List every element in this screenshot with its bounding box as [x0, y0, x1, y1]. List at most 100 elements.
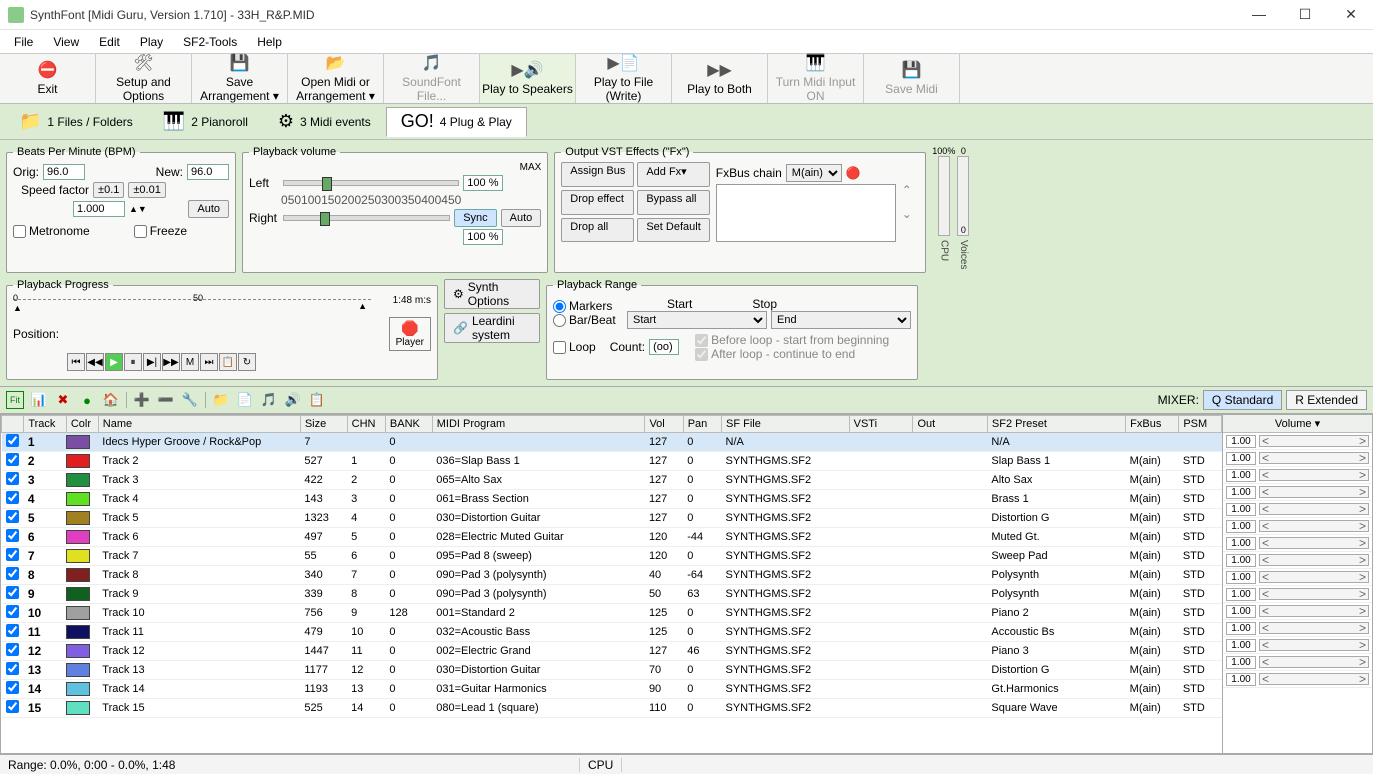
track-check[interactable]: [6, 700, 19, 713]
color-swatch[interactable]: [66, 606, 90, 620]
track-check[interactable]: [6, 624, 19, 637]
tracks-table-pane[interactable]: TrackColrNameSizeCHNBANKMIDI ProgramVolP…: [0, 414, 1223, 754]
vol-row-3[interactable]: 1.00<>: [1223, 467, 1372, 484]
vol-row-10[interactable]: 1.00<>: [1223, 586, 1372, 603]
vol-row-7[interactable]: 1.00<>: [1223, 535, 1372, 552]
track-row-15[interactable]: 15Track 15525140080=Lead 1 (square)1100S…: [2, 699, 1222, 718]
track-row-4[interactable]: 4Track 414330061=Brass Section1270SYNTHG…: [2, 490, 1222, 509]
vol-row-9[interactable]: 1.00<>: [1223, 569, 1372, 586]
color-swatch[interactable]: [66, 530, 90, 544]
vst-list[interactable]: [716, 184, 896, 242]
add-icon[interactable]: ➕: [133, 391, 151, 409]
track-check[interactable]: [6, 529, 19, 542]
col-size[interactable]: Size: [300, 416, 347, 433]
color-swatch[interactable]: [66, 549, 90, 563]
color-swatch[interactable]: [66, 511, 90, 525]
chain-select[interactable]: M(ain): [786, 164, 842, 182]
track-check[interactable]: [6, 510, 19, 523]
end-select[interactable]: End: [771, 311, 911, 329]
tool-icon-7[interactable]: 📋: [308, 391, 326, 409]
markers-radio[interactable]: Markers: [553, 299, 623, 313]
sync-button[interactable]: Sync: [454, 209, 496, 227]
tab-1-files-folders[interactable]: 📁1 Files / Folders: [4, 107, 148, 137]
vol-row-1[interactable]: 1.00<>: [1223, 433, 1372, 450]
bypass-all-button[interactable]: Bypass all: [637, 190, 709, 214]
color-swatch[interactable]: [66, 492, 90, 506]
freeze-checkbox[interactable]: Freeze: [134, 224, 187, 238]
toolbar-exit[interactable]: ⛔Exit: [0, 54, 96, 103]
color-swatch[interactable]: [66, 663, 90, 677]
end-button[interactable]: ⏭: [200, 353, 218, 371]
vol-row-4[interactable]: 1.00<>: [1223, 484, 1372, 501]
pause-button[interactable]: ⏸: [124, 353, 142, 371]
menu-edit[interactable]: Edit: [91, 33, 128, 51]
track-row-13[interactable]: 13Track 131177120030=Distortion Guitar70…: [2, 661, 1222, 680]
track-row-12[interactable]: 12Track 121447110002=Electric Grand12746…: [2, 642, 1222, 661]
track-check[interactable]: [6, 548, 19, 561]
drop-effect-button[interactable]: Drop effect: [561, 190, 634, 214]
synth-options-button[interactable]: ⚙Synth Options: [444, 279, 540, 309]
toolbar-save-arrangement-[interactable]: 💾Save Arrangement ▾: [192, 54, 288, 103]
speed-pm001[interactable]: ±0.01: [128, 182, 165, 198]
right-pct[interactable]: [463, 229, 503, 245]
vol-row-8[interactable]: 1.00<>: [1223, 552, 1372, 569]
before-loop-checkbox[interactable]: Before loop - start from beginning: [695, 333, 889, 347]
col-chn[interactable]: CHN: [347, 416, 385, 433]
vol-row-12[interactable]: 1.00<>: [1223, 620, 1372, 637]
remove-icon[interactable]: ➖: [157, 391, 175, 409]
player-button[interactable]: 🛑 Player: [389, 317, 431, 351]
col-midi-program[interactable]: MIDI Program: [432, 416, 645, 433]
track-check[interactable]: [6, 586, 19, 599]
track-check[interactable]: [6, 491, 19, 504]
track-row-5[interactable]: 5Track 5132340030=Distortion Guitar1270S…: [2, 509, 1222, 528]
col-out[interactable]: Out: [913, 416, 987, 433]
col-pan[interactable]: Pan: [683, 416, 721, 433]
track-check[interactable]: [6, 605, 19, 618]
close-button[interactable]: ✕: [1337, 6, 1365, 23]
toolbar-setup-and-options[interactable]: 🛠Setup and Options: [96, 54, 192, 103]
toolbar-play-to-speakers[interactable]: ▶🔊Play to Speakers: [480, 54, 576, 103]
maximize-button[interactable]: ☐: [1291, 6, 1319, 23]
track-row-8[interactable]: 8Track 834070090=Pad 3 (polysynth)40-64S…: [2, 566, 1222, 585]
color-swatch[interactable]: [66, 454, 90, 468]
record-icon[interactable]: ●: [78, 391, 96, 409]
track-row-9[interactable]: 9Track 933980090=Pad 3 (polysynth)5063SY…: [2, 585, 1222, 604]
count-input[interactable]: [649, 339, 679, 355]
bpm-auto-button[interactable]: Auto: [188, 200, 229, 218]
color-swatch[interactable]: [66, 644, 90, 658]
track-row-1[interactable]: 1Idecs Hyper Groove / Rock&Pop701270N/AN…: [2, 433, 1222, 452]
start-select[interactable]: Start: [627, 311, 767, 329]
track-check[interactable]: [6, 681, 19, 694]
rewind-button[interactable]: ◀◀: [86, 353, 104, 371]
track-row-2[interactable]: 2Track 252710036=Slap Bass 11270SYNTHGMS…: [2, 452, 1222, 471]
col-colr[interactable]: Colr: [66, 416, 98, 433]
track-check[interactable]: [6, 567, 19, 580]
track-row-3[interactable]: 3Track 342220065=Alto Sax1270SYNTHGMS.SF…: [2, 471, 1222, 490]
color-swatch[interactable]: [66, 625, 90, 639]
right-slider[interactable]: [283, 215, 450, 221]
speed-pm01[interactable]: ±0.1: [93, 182, 124, 198]
toolbar-play-to-both[interactable]: ▶▶Play to Both: [672, 54, 768, 103]
menu-sf2-tools[interactable]: SF2-Tools: [175, 33, 245, 51]
step-button[interactable]: ▶|: [143, 353, 161, 371]
track-row-7[interactable]: 7Track 75560095=Pad 8 (sweep)1200SYNTHGM…: [2, 547, 1222, 566]
rewind-start-button[interactable]: ⏮: [67, 353, 85, 371]
menu-help[interactable]: Help: [249, 33, 290, 51]
barbeat-radio[interactable]: Bar/Beat: [553, 313, 623, 327]
track-row-11[interactable]: 11Track 11479100032=Acoustic Bass1250SYN…: [2, 623, 1222, 642]
drop-all-button[interactable]: Drop all: [561, 218, 634, 242]
col-sf-preset[interactable]: SF2 Preset: [987, 416, 1125, 433]
menu-view[interactable]: View: [45, 33, 87, 51]
play-button[interactable]: ▶: [105, 353, 123, 371]
col-name[interactable]: Name: [98, 416, 300, 433]
vst-down-icon[interactable]: ⌄: [902, 207, 912, 221]
track-check[interactable]: [6, 472, 19, 485]
tool-icon-6[interactable]: 🔊: [284, 391, 302, 409]
left-slider[interactable]: [283, 180, 459, 186]
col-bank[interactable]: BANK: [385, 416, 432, 433]
extra1-button[interactable]: 📋: [219, 353, 237, 371]
metronome-checkbox[interactable]: Metronome: [13, 224, 90, 238]
vol-row-6[interactable]: 1.00<>: [1223, 518, 1372, 535]
chain-icon[interactable]: 🔴: [846, 166, 861, 180]
home-icon[interactable]: 🏠: [102, 391, 120, 409]
